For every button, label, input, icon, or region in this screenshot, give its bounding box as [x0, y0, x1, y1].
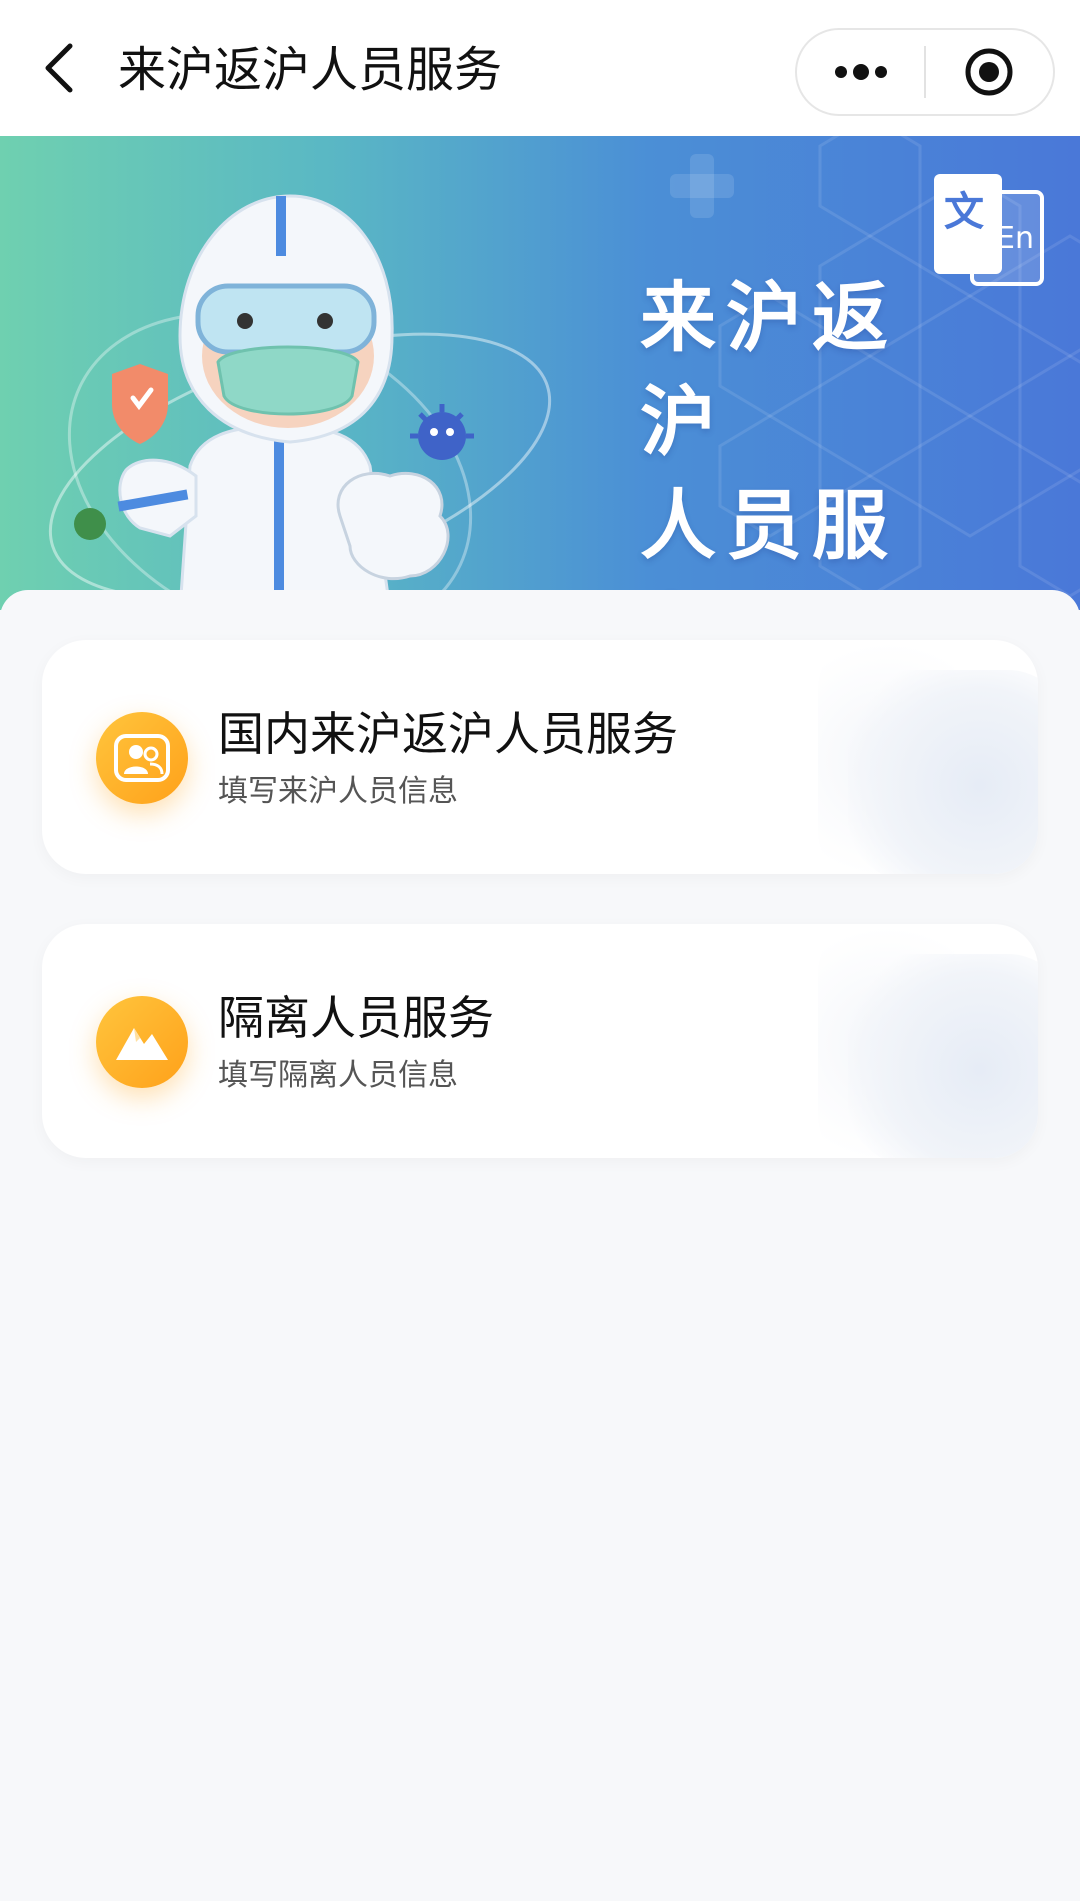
back-button[interactable]: [30, 38, 90, 98]
card-icon-badge: [96, 712, 188, 804]
more-dots-icon: [834, 64, 887, 80]
card-decoration: [848, 954, 1038, 1158]
page-title: 来沪返沪人员服务: [118, 42, 503, 98]
card-icon-badge: [96, 996, 188, 1088]
service-title: 隔离人员服务: [218, 991, 494, 1045]
more-button[interactable]: [797, 30, 924, 114]
target-circle-icon: [965, 48, 1013, 96]
close-miniprogram-button[interactable]: [926, 30, 1053, 114]
language-switch-button[interactable]: 文 En: [930, 170, 1046, 288]
lang-cn-char: 文: [944, 189, 984, 235]
card-decoration: [848, 670, 1038, 874]
service-title: 国内来沪返沪人员服务: [218, 707, 678, 761]
top-navbar: 来沪返沪人员服务: [0, 0, 1080, 136]
banner-title: 来沪返沪 人员服务: [640, 266, 970, 610]
people-icon: [114, 734, 170, 782]
service-list-sheet: 国内来沪返沪人员服务 填写来沪人员信息 隔离人员服务 填写隔离人员信息: [0, 590, 1080, 1901]
service-card-domestic[interactable]: 国内来沪返沪人员服务 填写来沪人员信息: [42, 640, 1038, 874]
chevron-left-icon: [45, 43, 73, 93]
lang-en-label: En: [996, 221, 1034, 256]
service-card-quarantine[interactable]: 隔离人员服务 填写隔离人员信息: [42, 924, 1038, 1158]
miniprogram-capsule: [795, 28, 1055, 116]
banner-title-line-1: 来沪返沪: [640, 273, 898, 466]
service-subtitle: 填写来沪人员信息: [218, 774, 458, 809]
service-subtitle: 填写隔离人员信息: [218, 1058, 458, 1093]
hero-banner: 来沪返沪 人员服务 文 En: [0, 136, 1080, 610]
mountain-icon: [116, 1028, 168, 1060]
